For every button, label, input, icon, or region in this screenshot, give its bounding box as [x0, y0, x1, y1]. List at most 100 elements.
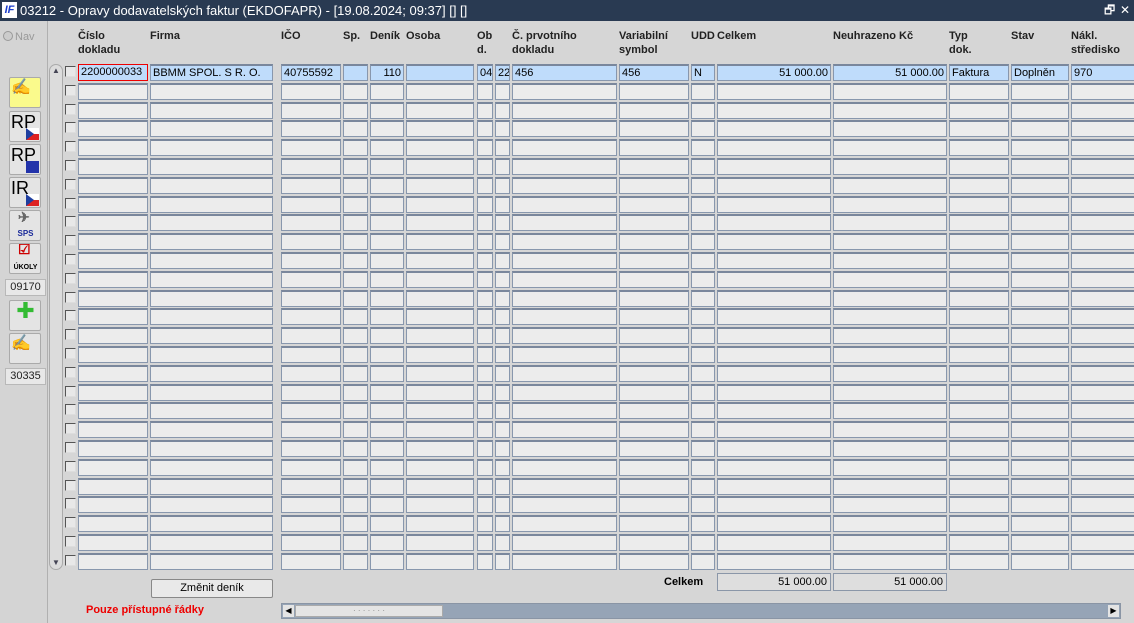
cell-typ[interactable] — [949, 459, 1009, 476]
cell-prvotni[interactable] — [512, 271, 617, 288]
cell-osoba[interactable] — [406, 158, 474, 175]
cell-celkem[interactable] — [717, 384, 831, 401]
cell-typ[interactable] — [949, 365, 1009, 382]
cell-osoba[interactable] — [406, 421, 474, 438]
cell-celkem[interactable]: 51 000.00 — [717, 64, 831, 81]
cell-ob2[interactable] — [495, 327, 510, 344]
cell-udd[interactable] — [691, 158, 715, 175]
cell-nakl[interactable] — [1071, 102, 1134, 119]
cell-ob[interactable] — [477, 102, 493, 119]
cell-typ[interactable] — [949, 496, 1009, 513]
cell-ob2[interactable] — [495, 534, 510, 551]
cell-neuhrazeno[interactable] — [833, 83, 947, 100]
cell-ob2[interactable] — [495, 120, 510, 137]
cell-celkem[interactable] — [717, 308, 831, 325]
cell-osoba[interactable] — [406, 365, 474, 382]
cell-cislo[interactable] — [78, 196, 148, 213]
column-header-stav[interactable]: Stav — [1011, 29, 1034, 43]
cell-ob2[interactable] — [495, 233, 510, 250]
cell-ob[interactable] — [477, 120, 493, 137]
cell-vs[interactable] — [619, 421, 689, 438]
cell-udd[interactable] — [691, 233, 715, 250]
cell-osoba[interactable] — [406, 139, 474, 156]
cell-typ[interactable] — [949, 290, 1009, 307]
cell-neuhrazeno[interactable] — [833, 233, 947, 250]
cell-cislo[interactable] — [78, 402, 148, 419]
cell-typ[interactable] — [949, 308, 1009, 325]
cell-osoba[interactable] — [406, 327, 474, 344]
cell-vs[interactable] — [619, 346, 689, 363]
cell-osoba[interactable] — [406, 346, 474, 363]
cell-denik[interactable] — [370, 158, 404, 175]
row-checkbox[interactable] — [65, 216, 76, 227]
cell-firma[interactable] — [150, 421, 273, 438]
cell-denik[interactable] — [370, 421, 404, 438]
cell-ob[interactable] — [477, 158, 493, 175]
cell-stav[interactable]: Doplněn — [1011, 64, 1069, 81]
cell-firma[interactable] — [150, 553, 273, 570]
cell-vs[interactable] — [619, 233, 689, 250]
cell-celkem[interactable] — [717, 177, 831, 194]
cell-nakl[interactable] — [1071, 233, 1134, 250]
row-checkbox[interactable] — [65, 85, 76, 96]
cell-udd[interactable] — [691, 271, 715, 288]
cell-neuhrazeno[interactable] — [833, 158, 947, 175]
cell-ob[interactable]: 04 — [477, 64, 493, 81]
cell-osoba[interactable] — [406, 177, 474, 194]
cell-sp[interactable] — [343, 233, 368, 250]
cell-ico[interactable] — [281, 402, 341, 419]
cell-firma[interactable] — [150, 346, 273, 363]
cell-sp[interactable] — [343, 327, 368, 344]
cell-sp[interactable] — [343, 139, 368, 156]
cell-ob[interactable] — [477, 440, 493, 457]
cell-prvotni[interactable] — [512, 214, 617, 231]
cell-vs[interactable] — [619, 515, 689, 532]
cell-celkem[interactable] — [717, 459, 831, 476]
cell-celkem[interactable] — [717, 196, 831, 213]
cell-vs[interactable] — [619, 553, 689, 570]
cell-nakl[interactable] — [1071, 534, 1134, 551]
cell-udd[interactable] — [691, 346, 715, 363]
cell-celkem[interactable] — [717, 365, 831, 382]
cell-prvotni[interactable] — [512, 515, 617, 532]
cell-udd[interactable] — [691, 515, 715, 532]
cell-prvotni[interactable] — [512, 196, 617, 213]
cell-prvotni[interactable] — [512, 459, 617, 476]
cell-udd[interactable] — [691, 440, 715, 457]
cell-ico[interactable] — [281, 308, 341, 325]
cell-stav[interactable] — [1011, 83, 1069, 100]
cell-udd[interactable] — [691, 459, 715, 476]
column-header-neuhrazeno[interactable]: Neuhrazeno Kč — [833, 29, 913, 43]
cell-stav[interactable] — [1011, 290, 1069, 307]
cell-denik[interactable] — [370, 83, 404, 100]
cell-cislo[interactable] — [78, 553, 148, 570]
cell-sp[interactable] — [343, 290, 368, 307]
cell-prvotni[interactable] — [512, 233, 617, 250]
cell-ob[interactable] — [477, 308, 493, 325]
cell-ico[interactable] — [281, 252, 341, 269]
cell-ob2[interactable] — [495, 102, 510, 119]
cell-sp[interactable] — [343, 459, 368, 476]
cell-neuhrazeno[interactable] — [833, 496, 947, 513]
cell-typ[interactable] — [949, 402, 1009, 419]
cell-vs[interactable] — [619, 534, 689, 551]
cell-sp[interactable] — [343, 534, 368, 551]
cell-vs[interactable] — [619, 139, 689, 156]
column-header-vs[interactable]: Variabilní symbol — [619, 29, 668, 57]
cell-ob2[interactable] — [495, 384, 510, 401]
cell-ico[interactable] — [281, 214, 341, 231]
cell-vs[interactable] — [619, 496, 689, 513]
cell-nakl[interactable] — [1071, 290, 1134, 307]
row-checkbox[interactable] — [65, 480, 76, 491]
cell-nakl[interactable] — [1071, 402, 1134, 419]
cell-stav[interactable] — [1011, 271, 1069, 288]
cell-ob2[interactable] — [495, 271, 510, 288]
cell-ob2[interactable] — [495, 158, 510, 175]
row-checkbox[interactable] — [65, 122, 76, 133]
cell-ico[interactable] — [281, 139, 341, 156]
cell-prvotni[interactable] — [512, 327, 617, 344]
cell-firma[interactable] — [150, 478, 273, 495]
cell-nakl[interactable] — [1071, 196, 1134, 213]
cell-osoba[interactable] — [406, 196, 474, 213]
cell-sp[interactable] — [343, 196, 368, 213]
